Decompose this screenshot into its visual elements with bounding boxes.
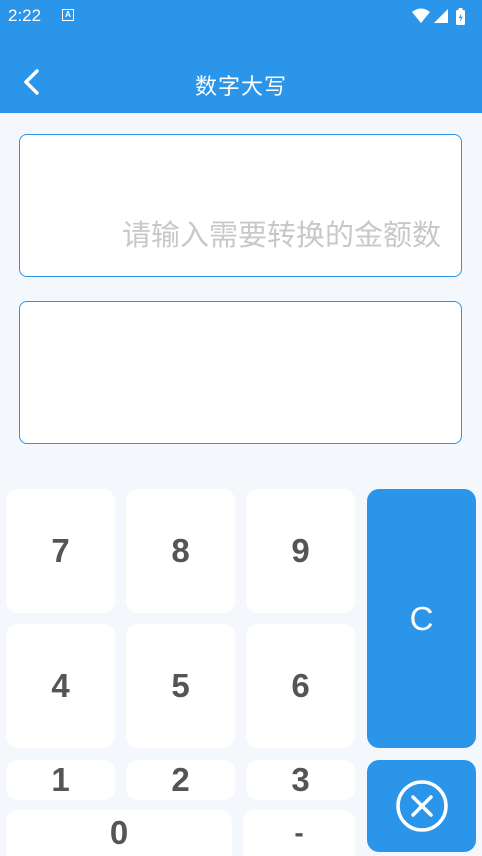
cell-signal-icon (434, 9, 448, 23)
key-4-label: 4 (51, 667, 70, 704)
delete-button[interactable] (367, 760, 476, 852)
result-output-box (19, 301, 462, 444)
page-title: 数字大写 (194, 75, 287, 100)
key-7-label: 7 (51, 532, 70, 569)
key-4[interactable]: 4 (6, 624, 115, 748)
key-7[interactable]: 7 (6, 489, 115, 613)
key-6[interactable]: 6 (246, 624, 355, 748)
wifi-icon (412, 8, 430, 23)
key-8-label: 8 (171, 532, 190, 569)
key-1[interactable]: 1 (6, 760, 115, 800)
key-1-label: 1 (51, 761, 70, 798)
key-0[interactable]: 0 (6, 810, 232, 856)
key-8[interactable]: 8 (126, 489, 235, 613)
amount-input-box[interactable]: 请输入需要转换的金额数 (19, 134, 462, 277)
calculator-screen: 2:22 A 数字大写 请输入需要转换的金额数 7 8 9 4 5 6 1 2 … (0, 0, 482, 856)
status-bar: 2:22 A (0, 0, 482, 34)
key-dot[interactable]: - (243, 810, 355, 856)
key-2-label: 2 (171, 761, 190, 798)
key-6-label: 6 (291, 667, 310, 704)
key-0-label: 0 (109, 814, 129, 851)
clear-button-label: C (409, 599, 434, 637)
clear-button[interactable]: C (367, 489, 476, 748)
key-9-label: 9 (291, 532, 310, 569)
key-9[interactable]: 9 (246, 489, 355, 613)
amount-input-placeholder: 请输入需要转换的金额数 (121, 218, 441, 252)
key-3-label: 3 (291, 761, 310, 798)
key-5-label: 5 (171, 667, 190, 704)
key-dot-label: - (294, 817, 304, 848)
key-5[interactable]: 5 (126, 624, 235, 748)
key-2[interactable]: 2 (126, 760, 235, 800)
key-3[interactable]: 3 (246, 760, 355, 800)
battery-charging-icon (456, 8, 465, 25)
status-time: 2:22 (8, 6, 42, 25)
status-icons (412, 8, 465, 25)
circle-x-icon (395, 780, 448, 832)
app-bar: 数字大写 (0, 34, 482, 113)
a-square-icon: A (62, 9, 74, 21)
